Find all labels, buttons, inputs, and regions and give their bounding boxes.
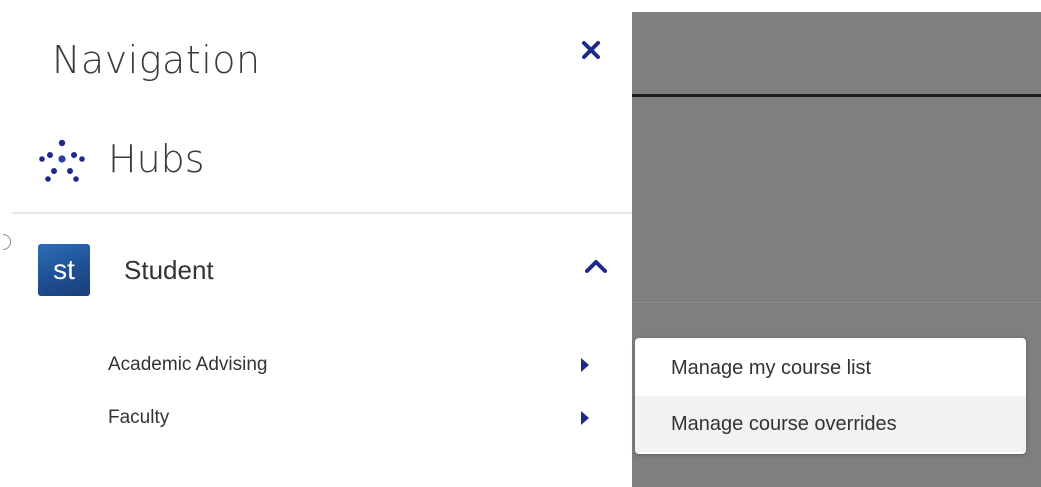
faculty-label: Faculty [108, 407, 170, 428]
hubs-icon [39, 139, 85, 182]
page: Navigation Hubs st Student Academic Advi… [0, 0, 1041, 487]
manage-course-overrides-label: Manage course overrides [671, 412, 897, 435]
caret-right-icon [581, 411, 589, 425]
navigation-title: Navigation [52, 38, 261, 82]
background-divider [632, 302, 1041, 303]
chevron-up-icon[interactable] [584, 258, 608, 274]
background-header-divider [632, 94, 1041, 97]
submenu-popup: Manage my course list Manage course over… [635, 338, 1026, 454]
close-icon [582, 41, 600, 59]
student-logo: st [38, 244, 90, 296]
academic-advising-label: Academic Advising [108, 354, 268, 375]
edge-marker [3, 234, 11, 250]
caret-right-icon [581, 358, 589, 372]
menu-item-manage-course-overrides[interactable]: Manage course overrides [635, 396, 1026, 452]
menu-item-faculty[interactable]: Faculty [108, 403, 596, 433]
menu-item-academic-advising[interactable]: Academic Advising [108, 350, 596, 380]
manage-my-course-list-label: Manage my course list [671, 356, 872, 379]
student-logo-text: st [53, 254, 75, 285]
menu-item-manage-my-course-list[interactable]: Manage my course list [635, 340, 1026, 396]
student-label: Student [124, 254, 214, 285]
close-button[interactable] [580, 39, 602, 61]
navigation-panel: Navigation Hubs st Student Academic Advi… [0, 0, 632, 487]
hubs-link[interactable]: Hubs [36, 132, 205, 186]
hubs-label: Hubs [108, 137, 205, 181]
divider [12, 212, 632, 214]
student-hub-toggle[interactable]: st Student [38, 244, 608, 296]
